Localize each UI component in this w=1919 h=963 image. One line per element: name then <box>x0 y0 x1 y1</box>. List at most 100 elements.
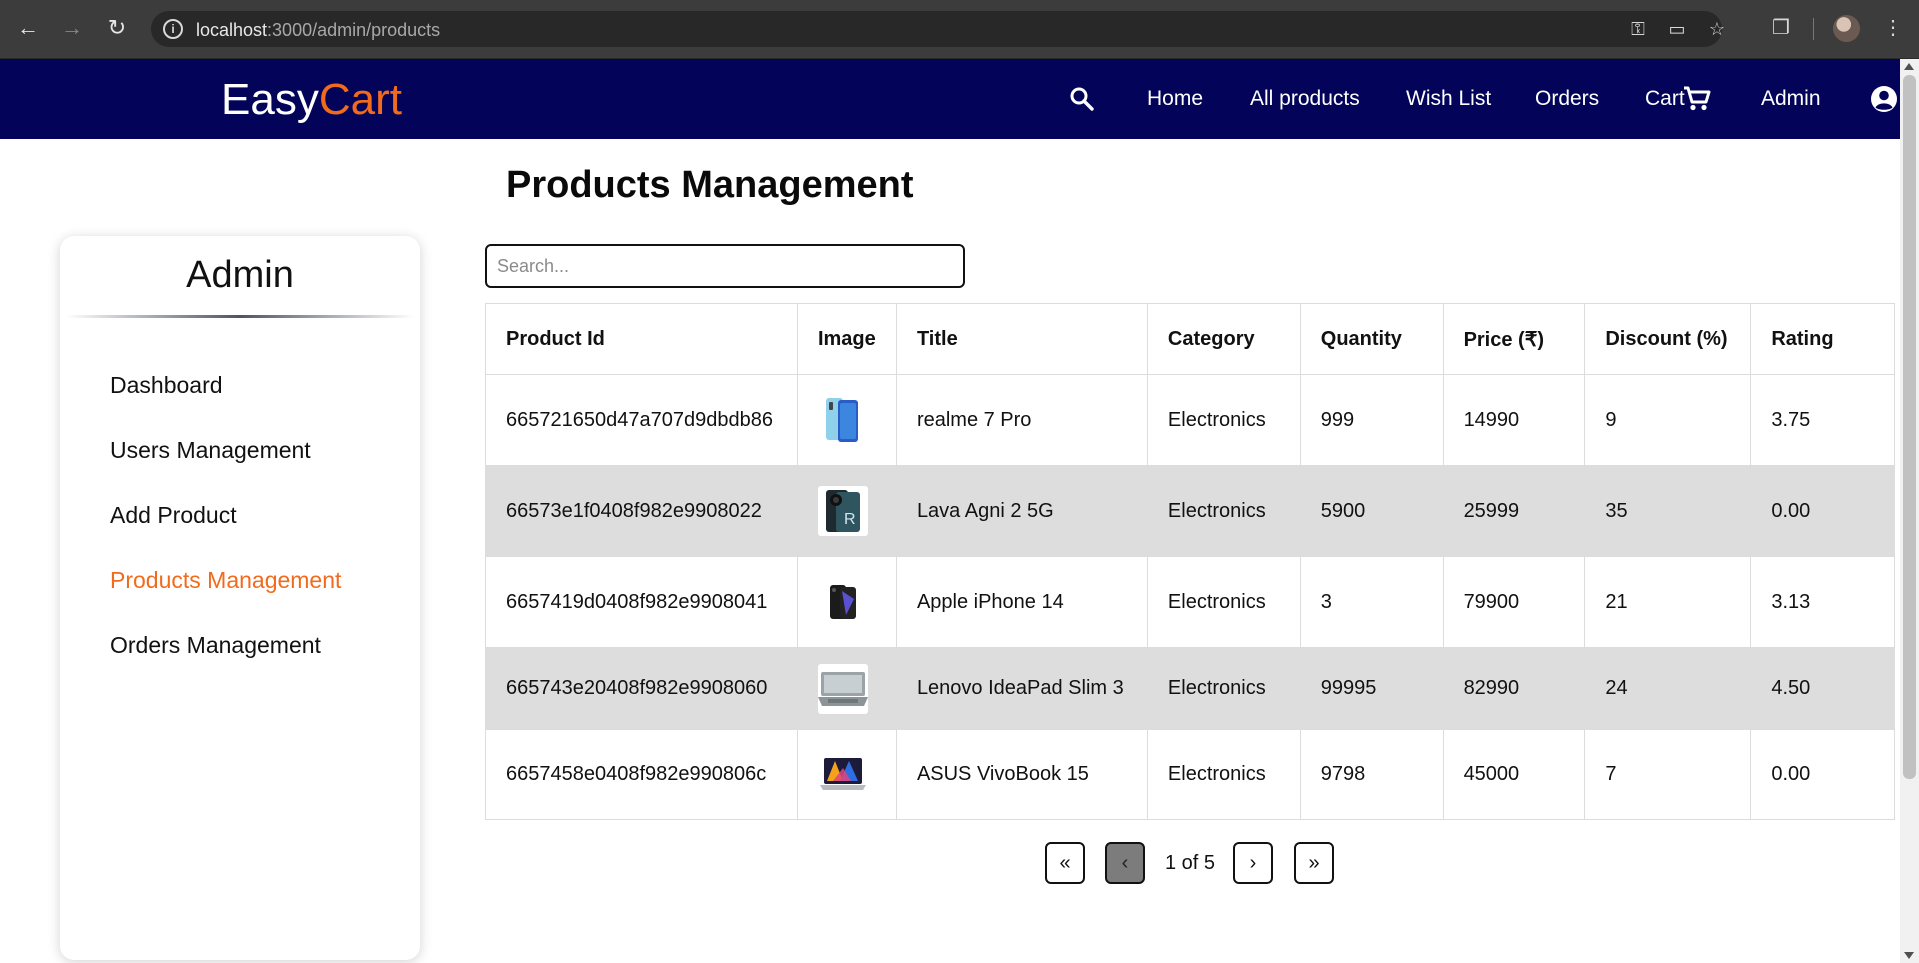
sidebar-item-dashboard[interactable]: Dashboard <box>110 372 223 399</box>
logo[interactable]: EasyCart <box>221 75 402 125</box>
cell-discount: 9 <box>1584 374 1752 466</box>
cell-quantity: 5900 <box>1299 465 1444 557</box>
search-icon[interactable] <box>1069 86 1095 112</box>
cell-discount: 24 <box>1584 647 1752 730</box>
page-indicator: 1 of 5 <box>1165 852 1216 874</box>
cell-category: Electronics <box>1146 374 1301 466</box>
nav-orders[interactable]: Orders <box>1535 87 1599 111</box>
next-page-button[interactable]: › <box>1233 842 1273 884</box>
product-thumbnail-laptop-colorful <box>817 749 868 800</box>
admin-sidebar: Admin Dashboard Users Management Add Pro… <box>60 236 420 960</box>
site-info-icon[interactable]: i <box>163 19 183 39</box>
cell-discount: 21 <box>1584 556 1752 648</box>
table-header-row: Product Id Image Title Category Quantity… <box>485 303 1895 375</box>
nav-wish-list[interactable]: Wish List <box>1406 87 1491 111</box>
column-header-rating[interactable]: Rating <box>1750 303 1895 375</box>
cell-price: 79900 <box>1442 556 1586 648</box>
site-header: EasyCart Home All products Wish List Ord… <box>0 59 1900 139</box>
nav-home[interactable]: Home <box>1147 87 1203 111</box>
cell-product-id: 66573e1f0408f982e9908022 <box>485 465 798 557</box>
url-path: :3000/admin/products <box>267 20 441 40</box>
profile-avatar[interactable] <box>1833 15 1860 42</box>
password-key-icon[interactable]: ⚿ <box>1627 19 1649 39</box>
prev-page-button[interactable]: ‹ <box>1105 842 1145 884</box>
cell-category: Electronics <box>1146 647 1301 730</box>
url-text[interactable]: localhost:3000/admin/products <box>196 20 440 41</box>
browser-toolbar: ← → ↻ i localhost:3000/admin/products ⚿ … <box>0 0 1919 59</box>
product-thumbnail-phone-dark: R <box>817 486 868 536</box>
scroll-up-arrow-icon[interactable] <box>1904 63 1914 70</box>
sidebar-item-products-management[interactable]: Products Management <box>110 567 341 594</box>
cell-rating: 0.00 <box>1750 729 1895 820</box>
cart-icon[interactable] <box>1682 84 1712 112</box>
table-row[interactable]: 66573e1f0408f982e9908022 R Lava Agni 2 5… <box>485 465 1895 557</box>
page-title: Products Management <box>506 164 914 206</box>
column-header-discount[interactable]: Discount (%) <box>1584 303 1752 375</box>
cell-title: Lenovo IdeaPad Slim 3 <box>895 647 1148 730</box>
cell-image <box>796 729 897 820</box>
column-header-quantity[interactable]: Quantity <box>1299 303 1444 375</box>
logo-main-text: Easy <box>221 75 319 124</box>
logo-accent-text: Cart <box>318 75 402 124</box>
address-bar[interactable]: i localhost:3000/admin/products ⚿ ▭ ☆ <box>151 11 1725 47</box>
menu-dots-icon[interactable]: ⋮ <box>1879 14 1907 42</box>
cell-discount: 35 <box>1584 465 1752 557</box>
nav-admin[interactable]: Admin <box>1761 87 1821 111</box>
cell-rating: 3.13 <box>1750 556 1895 648</box>
table-row[interactable]: 6657419d0408f982e9908041 Apple iPhone 14… <box>485 556 1895 648</box>
cell-quantity: 99995 <box>1299 647 1444 730</box>
cell-category: Electronics <box>1146 729 1301 820</box>
cell-category: Electronics <box>1146 465 1301 557</box>
cell-title: Lava Agni 2 5G <box>895 465 1148 557</box>
extensions-icon[interactable]: ❐ <box>1767 14 1795 42</box>
page-scrollbar[interactable] <box>1900 59 1919 963</box>
scroll-down-arrow-icon[interactable] <box>1904 952 1914 959</box>
cell-price: 25999 <box>1442 465 1586 557</box>
cell-price: 45000 <box>1442 729 1586 820</box>
cell-product-id: 665743e20408f982e9908060 <box>485 647 798 730</box>
card-icon[interactable]: ▭ <box>1666 19 1688 39</box>
cell-title: realme 7 Pro <box>895 374 1148 466</box>
cell-price: 82990 <box>1442 647 1586 730</box>
search-input[interactable] <box>485 244 965 288</box>
nav-all-products[interactable]: All products <box>1250 87 1360 111</box>
sidebar-item-users-management[interactable]: Users Management <box>110 437 311 464</box>
sidebar-divider <box>66 315 414 318</box>
cell-image: R <box>796 465 897 557</box>
cell-product-id: 6657458e0408f982e990806c <box>485 729 798 820</box>
cell-price: 14990 <box>1442 374 1586 466</box>
table-row[interactable]: 665721650d47a707d9dbdb86 realme 7 Pro El… <box>485 374 1895 466</box>
cell-category: Electronics <box>1146 556 1301 648</box>
forward-arrow-icon[interactable]: → <box>57 13 87 43</box>
column-header-category[interactable]: Category <box>1146 303 1301 375</box>
cell-title: Apple iPhone 14 <box>895 556 1148 648</box>
table-row[interactable]: 6657458e0408f982e990806c ASUS VivoBook 1… <box>485 729 1895 820</box>
cell-discount: 7 <box>1584 729 1752 820</box>
url-host: localhost <box>196 20 268 40</box>
sidebar-item-add-product[interactable]: Add Product <box>110 502 237 529</box>
svg-text:R: R <box>844 511 856 528</box>
column-header-image[interactable]: Image <box>796 303 897 375</box>
products-table: Product Id Image Title Category Quantity… <box>485 303 1895 820</box>
reload-icon[interactable]: ↻ <box>102 13 132 43</box>
table-row[interactable]: 665743e20408f982e9908060 Lenovo IdeaPad … <box>485 647 1895 730</box>
sidebar-item-orders-management[interactable]: Orders Management <box>110 632 321 659</box>
scrollbar-thumb[interactable] <box>1903 75 1916 779</box>
column-header-price[interactable]: Price (₹) <box>1442 303 1586 375</box>
cell-image <box>796 374 897 466</box>
user-account-icon[interactable] <box>1870 85 1898 113</box>
cell-image <box>796 647 897 730</box>
sidebar-title: Admin <box>186 254 294 296</box>
product-thumbnail-laptop-gray <box>817 663 868 714</box>
cell-image <box>796 556 897 648</box>
bookmark-star-icon[interactable]: ☆ <box>1706 19 1728 39</box>
last-page-button[interactable]: » <box>1294 842 1334 884</box>
back-arrow-icon[interactable]: ← <box>13 13 43 43</box>
nav-cart[interactable]: Cart <box>1645 87 1685 111</box>
column-header-product-id[interactable]: Product Id <box>485 303 798 375</box>
toolbar-divider <box>1813 18 1814 40</box>
first-page-button[interactable]: « <box>1045 842 1085 884</box>
cell-title: ASUS VivoBook 15 <box>895 729 1148 820</box>
column-header-title[interactable]: Title <box>895 303 1148 375</box>
cell-rating: 4.50 <box>1750 647 1895 730</box>
